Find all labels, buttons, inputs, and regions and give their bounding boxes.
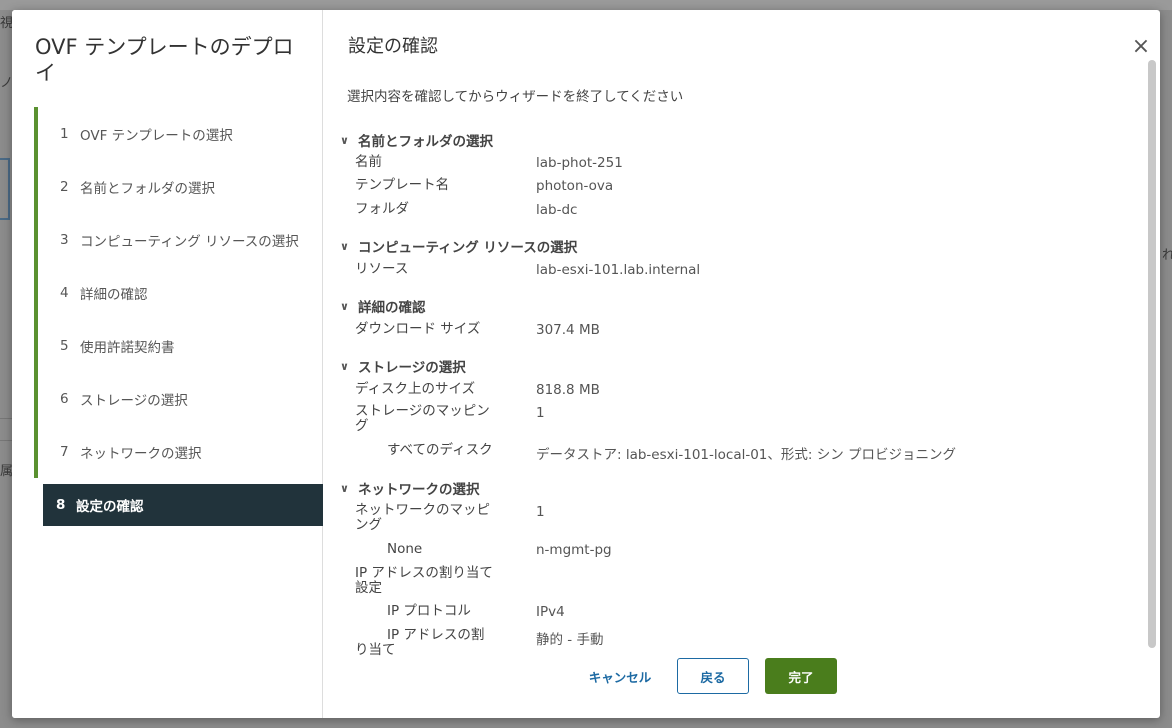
background-divider: [0, 418, 12, 419]
section-heading: 名前とフォルダの選択: [358, 134, 493, 150]
step-label: ネットワークの選択: [80, 445, 202, 462]
field-label: 名前: [355, 154, 382, 170]
section-heading: ネットワークの選択: [358, 482, 480, 498]
page-title: 設定の確認: [348, 36, 438, 57]
wizard-step-3[interactable]: 3 コンピューティング リソースの選択: [34, 213, 323, 266]
wizard-step-4[interactable]: 4 詳細の確認: [34, 266, 323, 319]
cancel-button[interactable]: キャンセル: [580, 658, 660, 694]
field-label: 設定: [355, 580, 382, 596]
section-heading: ストレージの選択: [358, 360, 466, 376]
step-label: 名前とフォルダの選択: [80, 180, 215, 197]
field-label: グ: [355, 418, 369, 434]
field-label: None: [387, 541, 423, 557]
background-text: れ: [1162, 248, 1172, 263]
section-network[interactable]: ∨ ネットワークの選択: [340, 478, 480, 499]
field-label: フォルダ: [355, 201, 409, 217]
field-value: lab-esxi-101.lab.internal: [536, 262, 701, 278]
field-value: 1: [536, 504, 545, 520]
wizard-step-8-active[interactable]: 8 設定の確認: [39, 484, 323, 526]
background-header: [0, 0, 1172, 10]
wizard-step-7[interactable]: 7 ネットワークの選択: [34, 425, 323, 478]
background-panel: [0, 158, 10, 220]
chevron-down-icon: ∨: [340, 133, 349, 147]
step-label: 設定の確認: [76, 499, 144, 515]
field-value: IPv4: [536, 604, 565, 620]
section-heading: コンピューティング リソースの選択: [358, 240, 578, 256]
field-label: ダウンロード サイズ: [355, 321, 481, 337]
step-number: 2: [60, 178, 69, 195]
step-label: 使用許諾契約書: [80, 339, 175, 356]
intro-text: 選択内容を確認してからウィザードを終了してください: [347, 89, 684, 105]
step-number: 8: [56, 497, 66, 513]
field-label: ストレージのマッピン: [355, 403, 490, 419]
field-value: lab-dc: [536, 202, 578, 218]
step-number: 3: [60, 231, 69, 248]
wizard-title: OVF テンプレートのデプロイ: [35, 35, 294, 85]
step-label: OVF テンプレートの選択: [80, 127, 233, 144]
field-value: photon-ova: [536, 178, 614, 194]
wizard-steps: 1 OVF テンプレートの選択 2 名前とフォルダの選択 3 コンピューティング リソ…: [34, 107, 323, 526]
field-value: n-mgmt-pg: [536, 542, 612, 558]
section-heading: 詳細の確認: [358, 300, 426, 316]
back-button[interactable]: 戻る: [677, 658, 749, 694]
field-label: リソース: [355, 261, 409, 277]
section-storage[interactable]: ∨ ストレージの選択: [340, 356, 466, 377]
field-value: 307.4 MB: [536, 322, 600, 338]
wizard-sidebar: OVF テンプレートのデプロイ 1 OVF テンプレートの選択 2 名前とフォルダの…: [12, 10, 323, 718]
field-label: すべてのディスク: [387, 442, 493, 458]
step-number: 1: [60, 125, 69, 142]
step-number: 5: [60, 337, 69, 354]
field-value: lab-phot-251: [536, 155, 623, 171]
field-label: テンプレート名: [355, 177, 450, 193]
finish-button[interactable]: 完了: [765, 658, 837, 694]
chevron-down-icon: ∨: [340, 359, 349, 373]
section-details[interactable]: ∨ 詳細の確認: [340, 296, 426, 317]
step-number: 6: [60, 390, 69, 407]
field-label: ング: [355, 517, 382, 533]
field-value: 静的 - 手動: [536, 632, 604, 648]
field-value: 1: [536, 405, 545, 421]
field-label: IP プロトコル: [387, 603, 471, 619]
deploy-ovf-dialog: OVF テンプレートのデプロイ 1 OVF テンプレートの選択 2 名前とフォルダの…: [12, 10, 1160, 718]
field-value: データストア: lab-esxi-101-local-01、形式: シン プロビ…: [536, 447, 957, 463]
chevron-down-icon: ∨: [340, 299, 349, 313]
field-label: ディスク上のサイズ: [355, 381, 476, 397]
field-label: ネットワークのマッピ: [355, 502, 490, 518]
close-icon[interactable]: ×: [1129, 36, 1153, 60]
section-compute[interactable]: ∨ コンピューティング リソースの選択: [340, 236, 578, 257]
step-number: 7: [60, 443, 69, 460]
section-name-folder[interactable]: ∨ 名前とフォルダの選択: [340, 130, 493, 151]
step-label: コンピューティング リソースの選択: [80, 233, 299, 250]
scrollbar-thumb[interactable]: [1148, 60, 1156, 648]
wizard-step-6[interactable]: 6 ストレージの選択: [34, 372, 323, 425]
scrollbar[interactable]: [1146, 58, 1158, 652]
step-number: 4: [60, 284, 69, 301]
wizard-step-5[interactable]: 5 使用許諾契約書: [34, 319, 323, 372]
wizard-step-2[interactable]: 2 名前とフォルダの選択: [34, 160, 323, 213]
field-label: IP アドレスの割り当て: [355, 565, 493, 581]
field-label: り当て: [355, 642, 396, 658]
field-label: IP アドレスの割: [387, 627, 485, 643]
wizard-step-1[interactable]: 1 OVF テンプレートの選択: [34, 107, 323, 160]
background-divider: [0, 440, 12, 441]
wizard-content: 設定の確認 × 選択内容を確認してからウィザードを終了してください ∨ 名前とフ…: [324, 10, 1160, 718]
field-value: 818.8 MB: [536, 382, 600, 398]
chevron-down-icon: ∨: [340, 481, 349, 495]
step-label: ストレージの選択: [80, 392, 188, 409]
step-label: 詳細の確認: [80, 286, 148, 303]
chevron-down-icon: ∨: [340, 239, 349, 253]
